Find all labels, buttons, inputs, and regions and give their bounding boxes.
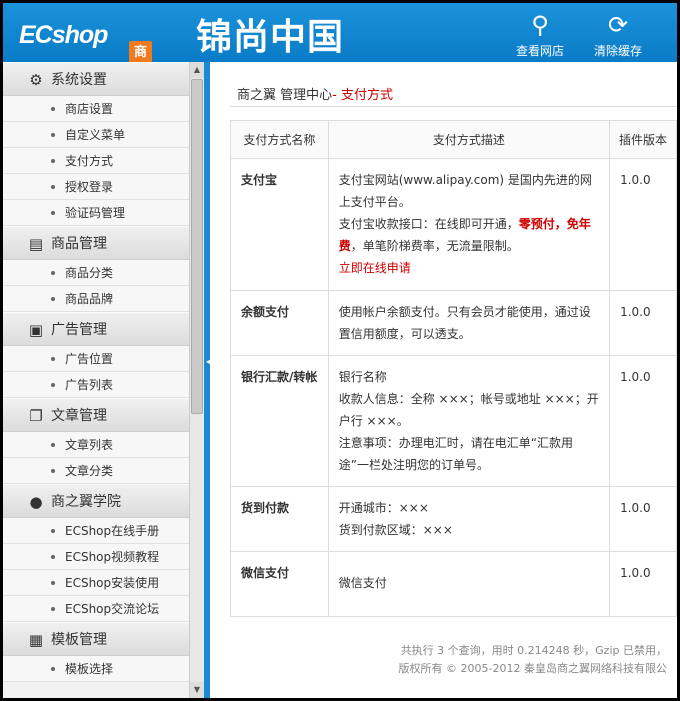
payment-name: 微信支付 — [230, 551, 329, 617]
sidebar-item-goods-category[interactable]: 商品分类 — [3, 260, 189, 286]
sidebar-item-store-settings[interactable]: 商店设置 — [3, 96, 189, 122]
sidebar-item-custom-menu[interactable]: 自定义菜单 — [3, 122, 189, 148]
logo-badge: 商之翼版 — [129, 41, 153, 129]
sidebar-item-ad-list[interactable]: 广告列表 — [3, 372, 189, 398]
desc-text: 货到付款区域：××× — [338, 523, 453, 537]
payment-desc: 银行名称 收款人信息：全称 ×××；帐号或地址 ×××；开户行 ×××。 注意事… — [327, 355, 611, 487]
payment-version: 1.0.0 — [609, 551, 677, 617]
table-row: 余额支付 使用帐户余额支付。只有会员才能使用，通过设置信用额度，可以透支。 1.… — [230, 290, 677, 356]
payment-version: 1.0.0 — [609, 158, 677, 291]
payment-desc: 开通城市：××× 货到付款区域：××× — [327, 486, 611, 552]
payment-desc: 微信支付 — [327, 551, 611, 617]
clear-cache-button[interactable]: ⟳ 清除缓存 — [583, 11, 653, 59]
chat-icon: ● — [29, 493, 43, 511]
view-store-label: 查看网店 — [515, 44, 564, 58]
clear-cache-label: 清除缓存 — [593, 44, 642, 58]
sidebar-item-ad-position[interactable]: 广告位置 — [3, 346, 189, 372]
desc-text: 开通城市：××× — [338, 501, 429, 515]
search-icon: ⚲ — [531, 11, 549, 39]
desc-text: 收款人信息：全称 ×××；帐号或地址 ×××；开户行 ×××。 — [338, 392, 599, 428]
sidebar-item-online-manual[interactable]: ECShop在线手册 — [3, 518, 189, 544]
sidebar-item-captcha[interactable]: 验证码管理 — [3, 200, 189, 226]
sidebar-item-auth-login[interactable]: 授权登录 — [3, 174, 189, 200]
sidebar-group-ads[interactable]: ▣ 广告管理 — [3, 312, 189, 346]
sidebar-item-article-category[interactable]: 文章分类 — [3, 458, 189, 484]
payment-desc: 支付宝网站(www.alipay.com) 是国内先进的网上支付平台。 支付宝收… — [327, 158, 611, 291]
table-row: 支付宝 支付宝网站(www.alipay.com) 是国内先进的网上支付平台。 … — [230, 158, 677, 291]
payment-table: 支付方式名称 支付方式描述 插件版本 支付宝 支付宝网站(www.alipay.… — [230, 120, 677, 617]
desc-text: 注意事项：办理电汇时，请在电汇单“汇款用途”一栏处注明您的订单号。 — [338, 436, 573, 472]
query-stats: 共执行 3 个查询，用时 0.214248 秒，Gzip 已禁用， — [400, 644, 667, 657]
sidebar-scrollbar[interactable]: ▲ ▼ — [189, 62, 204, 698]
col-desc-header: 支付方式描述 — [327, 120, 611, 159]
logo-text: ECshop — [19, 21, 108, 49]
apply-online-link[interactable]: 立即在线申请 — [339, 257, 599, 279]
main-content: 商之翼 管理中心- 支付方式 支付方式名称 支付方式描述 插件版本 支付宝 支付… — [210, 62, 677, 698]
sidebar-item-payment-methods[interactable]: 支付方式 — [3, 148, 189, 174]
col-name-header: 支付方式名称 — [230, 120, 329, 159]
copyright: 版权所有 © 2005-2012 秦皇岛商之翼网络科技有限公 — [398, 662, 667, 675]
sidebar-menu: ⚙ 系统设置 商店设置 自定义菜单 支付方式 授权登录 验证码管理 ▤ 商品管理 商… — [3, 62, 189, 698]
breadcrumb-separator: - — [332, 88, 341, 103]
sidebar-item-template-select[interactable]: 模板选择 — [3, 656, 189, 682]
document-icon: ▤ — [28, 235, 44, 253]
brand-title: 锦尚中国 — [196, 16, 345, 58]
sidebar-item-video-tutorial[interactable]: ECShop视频教程 — [3, 544, 189, 570]
ecshop-logo[interactable]: ECshop 商之翼版 — [19, 21, 153, 129]
payment-name: 支付宝 — [230, 158, 329, 291]
sidebar-group-goods[interactable]: ▤ 商品管理 — [3, 226, 189, 260]
image-icon: ▣ — [28, 321, 44, 339]
table-row: 微信支付 微信支付 1.0.0 — [230, 551, 677, 617]
payment-version: 1.0.0 — [609, 355, 677, 487]
sidebar-item-article-list[interactable]: 文章列表 — [3, 432, 189, 458]
template-icon: ▦ — [28, 631, 44, 649]
table-row: 货到付款 开通城市：××× 货到付款区域：××× 1.0.0 — [230, 486, 677, 552]
gear-icon: ⚙ — [29, 71, 43, 89]
sidebar-group-templates[interactable]: ▦ 模板管理 — [3, 622, 189, 656]
table-row: 银行汇款/转帐 银行名称 收款人信息：全称 ×××；帐号或地址 ×××；开户行 … — [230, 355, 677, 487]
breadcrumb-root[interactable]: 商之翼 管理中心 — [237, 88, 332, 103]
breadcrumb-current: 支付方式 — [340, 88, 393, 103]
payment-version: 1.0.0 — [609, 486, 677, 552]
scroll-up-icon[interactable]: ▲ — [190, 62, 204, 78]
table-header-row: 支付方式名称 支付方式描述 插件版本 — [230, 120, 677, 159]
col-version-header: 插件版本 — [609, 120, 677, 159]
desc-text: 支付宝网站(www.alipay.com) 是国内先进的网上支付平台。 — [338, 173, 592, 209]
sidebar-group-articles[interactable]: ❐ 文章管理 — [3, 398, 189, 432]
payment-name: 货到付款 — [230, 486, 329, 552]
view-store-button[interactable]: ⚲ 查看网店 — [505, 11, 575, 59]
refresh-icon: ⟳ — [607, 11, 629, 39]
payment-desc: 使用帐户余额支付。只有会员才能使用，通过设置信用额度，可以透支。 — [327, 290, 611, 356]
breadcrumb: 商之翼 管理中心- 支付方式 — [237, 84, 393, 103]
copy-icon: ❐ — [29, 407, 43, 425]
sidebar-item-forum[interactable]: ECShop交流论坛 — [3, 596, 189, 622]
desc-text: 支付宝收款接口：在线即可开通，零预付，免年费，单笔阶梯费率，无流量限制。 — [338, 217, 591, 253]
sidebar-group-academy[interactable]: ● 商之翼学院 — [3, 484, 189, 518]
scroll-down-icon[interactable]: ▼ — [190, 682, 204, 698]
desc-text: 银行名称 — [338, 370, 387, 384]
breadcrumb-divider — [230, 106, 677, 107]
admin-window: ECshop 商之翼版 锦尚中国 ⚲ 查看网店 ⟳ 清除缓存 ⚙系统设置 商店设… — [3, 3, 677, 698]
sidebar-item-install-guide[interactable]: ECShop安装使用 — [3, 570, 189, 596]
scroll-thumb[interactable] — [191, 79, 203, 414]
payment-version: 1.0.0 — [609, 290, 677, 356]
footer-info: 共执行 3 个查询，用时 0.214248 秒，Gzip 已禁用， 版权所有 ©… — [384, 642, 667, 678]
top-header: ECshop 商之翼版 锦尚中国 ⚲ 查看网店 ⟳ 清除缓存 — [3, 3, 677, 129]
sidebar-item-goods-brand[interactable]: 商品品牌 — [3, 286, 189, 312]
sidebar-group-system-settings[interactable]: ⚙ 系统设置 — [3, 62, 189, 96]
payment-name: 银行汇款/转帐 — [230, 355, 329, 487]
payment-name: 余额支付 — [230, 290, 329, 356]
